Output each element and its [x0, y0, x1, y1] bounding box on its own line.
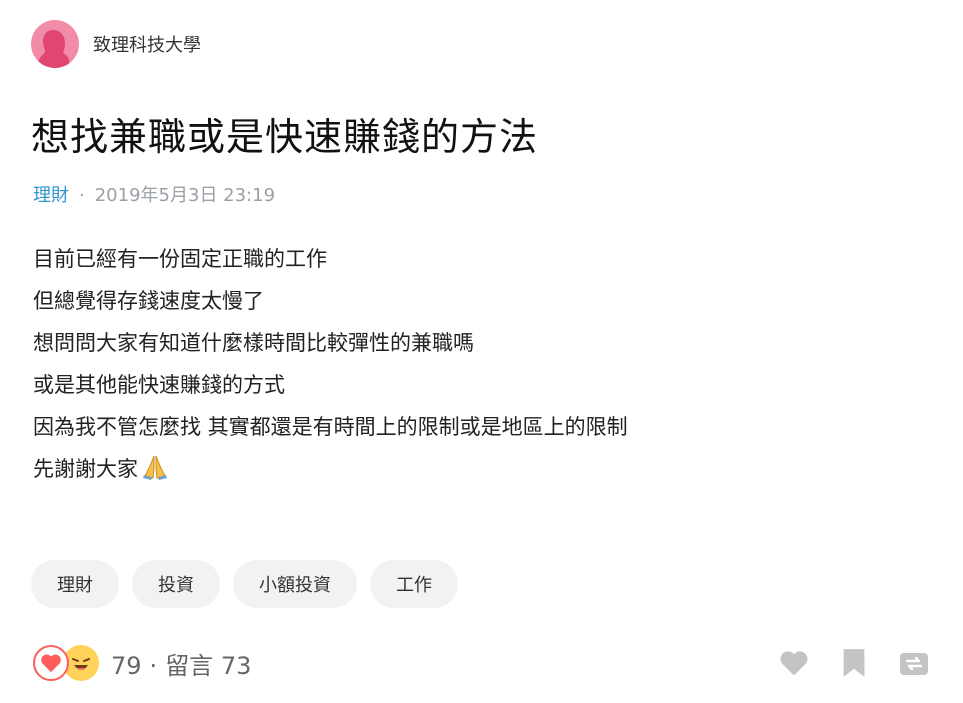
comment-count[interactable]: 留言 73 — [165, 652, 251, 680]
content-line: 先謝謝大家 — [33, 448, 628, 490]
reaction-summary[interactable] — [33, 645, 99, 681]
bookmark-icon — [843, 649, 865, 677]
post-datetime: 2019年5月3日 23:19 — [94, 185, 276, 206]
content-line-text: 先謝謝大家 — [33, 457, 138, 481]
post-author[interactable]: 致理科技大學 — [31, 20, 201, 68]
like-button[interactable] — [778, 647, 810, 679]
post-stats: 79 · 留言 73 — [111, 646, 251, 681]
bookmark-button[interactable] — [838, 647, 870, 679]
tag-chip[interactable]: 工作 — [370, 560, 458, 608]
post-category[interactable]: 理財 — [33, 185, 69, 206]
post-meta: 理財 · 2019年5月3日 23:19 — [33, 181, 275, 207]
tag-chip[interactable]: 理財 — [31, 560, 119, 608]
content-line: 想問問大家有知道什麼樣時間比較彈性的兼職嗎 — [33, 331, 474, 355]
content-line: 或是其他能快速賺錢的方式 — [33, 373, 285, 397]
share-button[interactable] — [898, 647, 930, 679]
post-footer: 79 · 留言 73 — [33, 643, 930, 683]
content-line: 目前已經有一份固定正職的工作 — [33, 247, 327, 271]
stats-separator: · — [149, 651, 158, 680]
author-name[interactable]: 致理科技大學 — [93, 31, 201, 57]
folded-hands-emoji-icon — [142, 452, 168, 494]
share-icon — [900, 653, 928, 675]
like-heart-icon — [780, 651, 808, 676]
heart-reaction-icon — [33, 645, 69, 681]
content-line: 但總覺得存錢速度太慢了 — [33, 289, 264, 313]
meta-separator: · — [79, 185, 85, 206]
tag-list: 理財 投資 小額投資 工作 — [31, 560, 458, 608]
post-actions — [778, 647, 930, 679]
post-content: 目前已經有一份固定正職的工作 但總覺得存錢速度太慢了 想問問大家有知道什麼樣時間… — [33, 238, 628, 490]
reaction-count[interactable]: 79 — [111, 652, 142, 680]
post-title: 想找兼職或是快速賺錢的方法 — [31, 115, 539, 159]
author-avatar[interactable] — [31, 20, 79, 68]
female-silhouette-icon — [39, 30, 69, 68]
tag-chip[interactable]: 投資 — [132, 560, 220, 608]
content-line: 因為我不管怎麼找 其實都還是有時間上的限制或是地區上的限制 — [33, 415, 628, 439]
tag-chip[interactable]: 小額投資 — [233, 560, 357, 608]
